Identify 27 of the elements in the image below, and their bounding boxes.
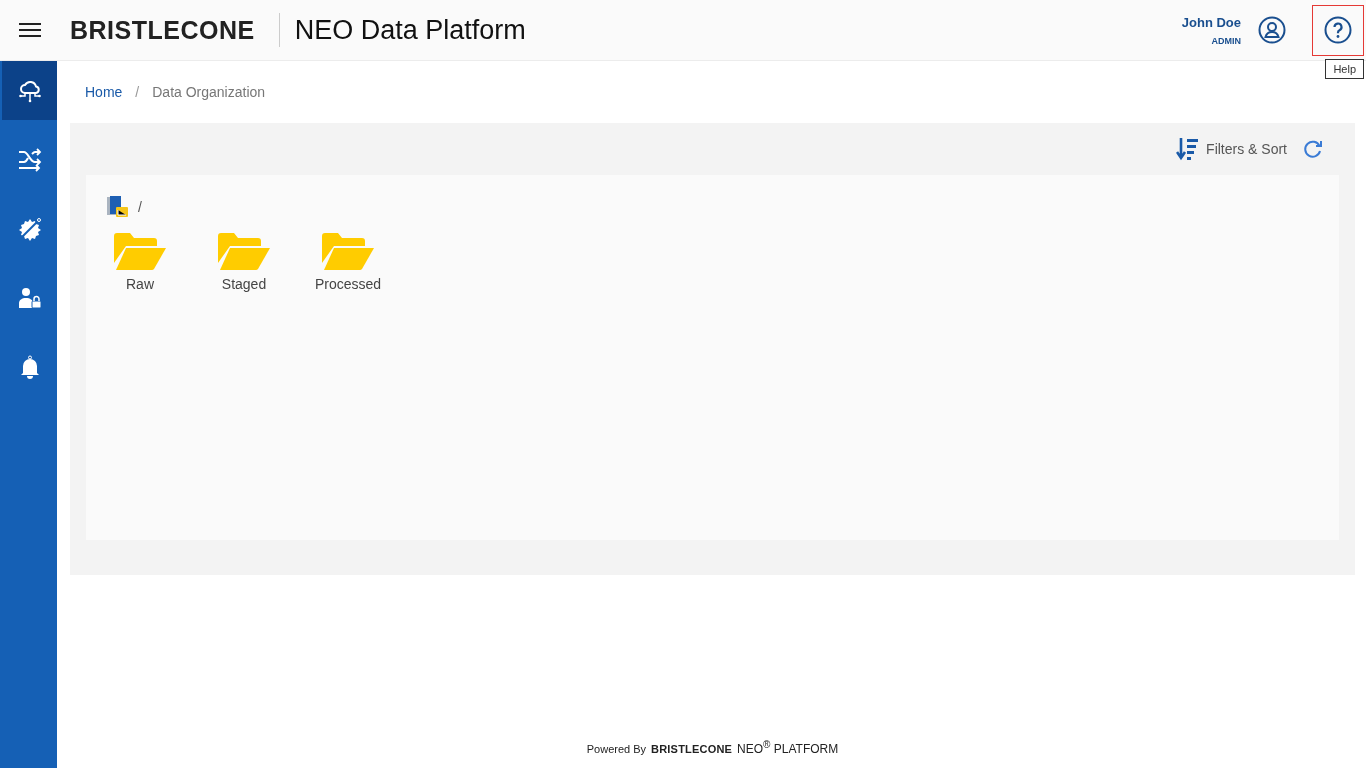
logo: BRISTLECONE	[70, 15, 255, 45]
filters-sort-button[interactable]: Filters & Sort	[1176, 137, 1287, 161]
breadcrumb-current: Data Organization	[152, 84, 266, 100]
user-icon	[1258, 16, 1286, 44]
repository-icon	[106, 195, 130, 219]
help-button[interactable]	[1312, 4, 1364, 56]
product-name: NEO$^{®}$ PLATFORM	[737, 739, 839, 756]
user-name: John Doe	[1181, 14, 1241, 30]
breadcrumb-link[interactable]: Home	[85, 84, 123, 100]
footer-logo: BRISTLECONE	[651, 743, 733, 755]
refresh-icon	[1302, 138, 1324, 160]
menu-button[interactable]	[18, 20, 42, 40]
powered-by-text: Powered By	[586, 743, 647, 755]
app-title: NEO Data Platform	[294, 14, 526, 46]
breadcrumb-separator: /	[135, 84, 140, 100]
current-path: /	[138, 199, 142, 215]
folder-name[interactable]: Processed	[314, 276, 382, 292]
menu-icon	[19, 22, 41, 38]
help-tooltip: Help	[1325, 58, 1364, 79]
sidebar-item[interactable]	[0, 61, 57, 120]
user-avatar-button[interactable]	[1257, 15, 1287, 45]
sort-icon	[1176, 137, 1201, 161]
folder-name[interactable]: Staged	[221, 276, 267, 292]
user-role: ADMIN	[1211, 35, 1241, 46]
help-icon	[1324, 16, 1352, 44]
crossing-arrows-icon	[16, 146, 43, 173]
folder-name[interactable]: Raw	[126, 276, 154, 292]
